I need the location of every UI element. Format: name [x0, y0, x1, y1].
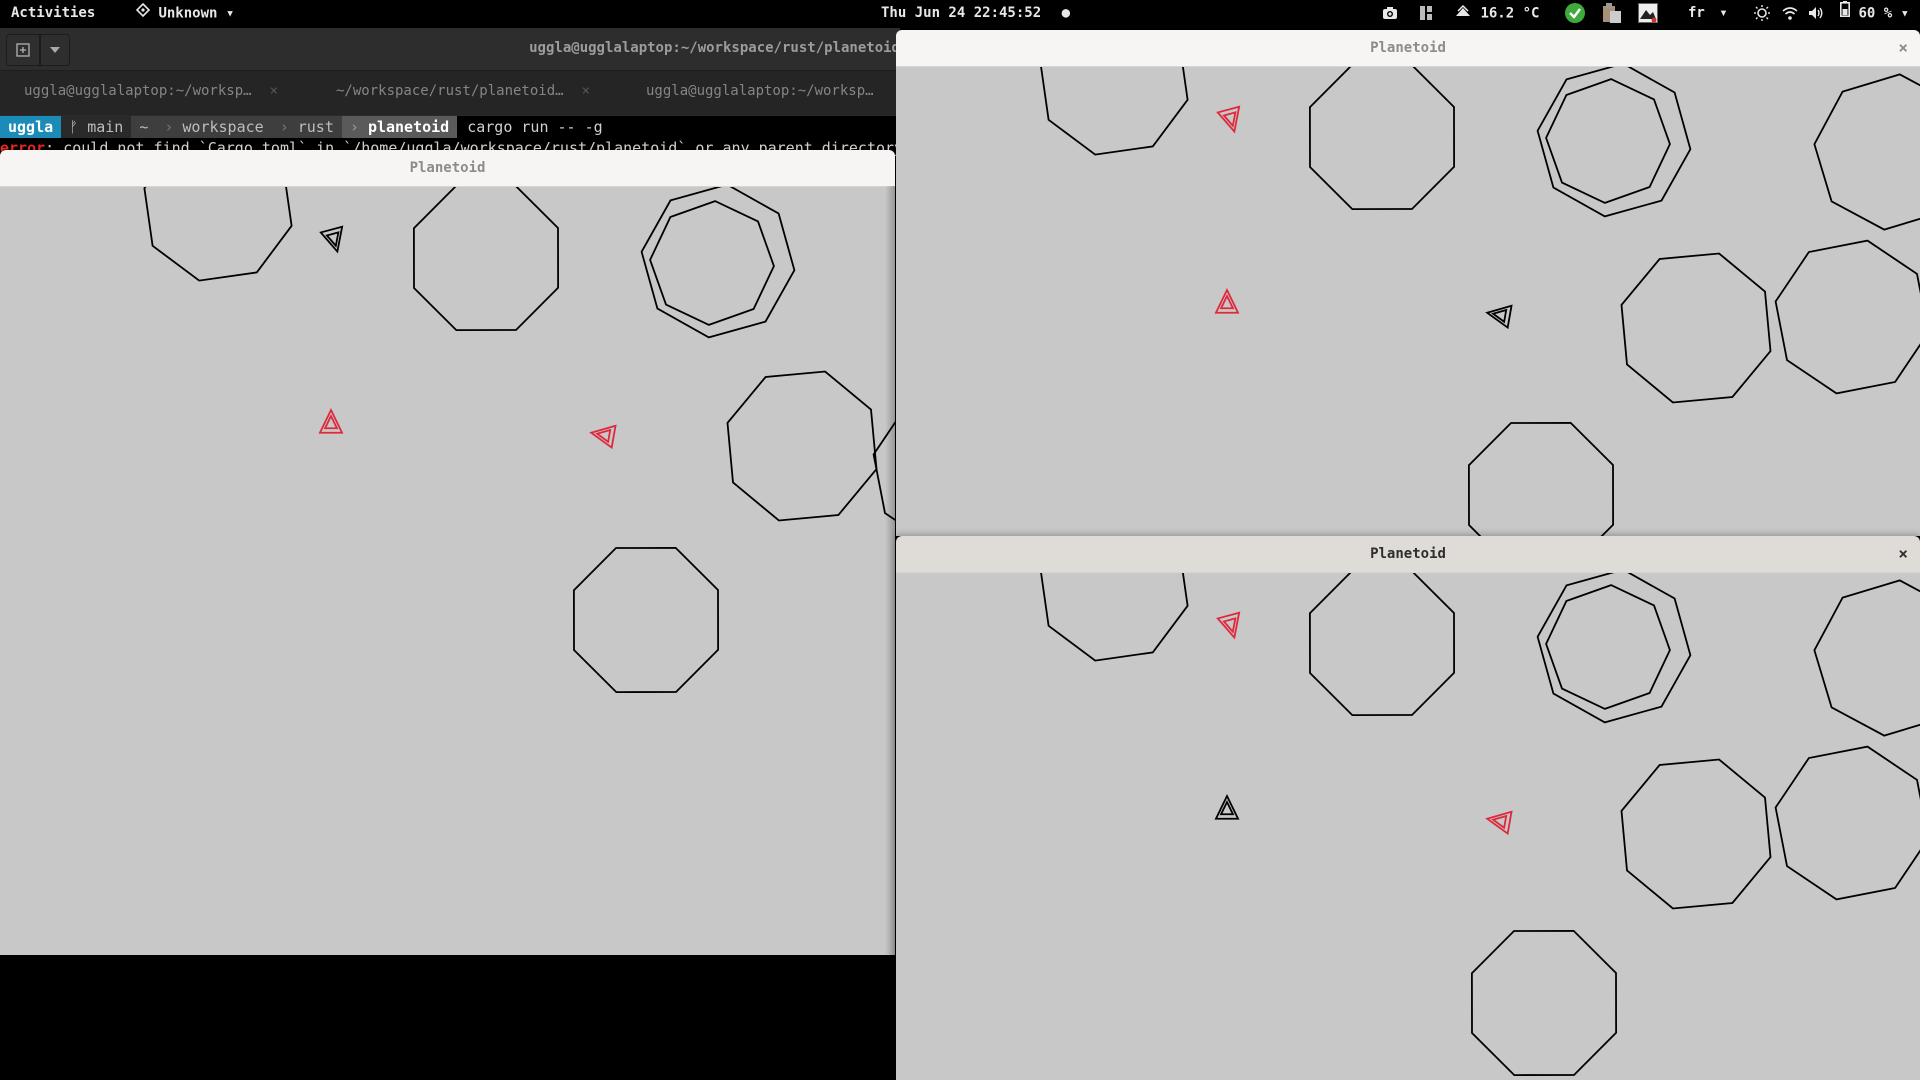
terminal-tab[interactable]: uggla@ugglalaptop:~/worksp… × — [24, 83, 278, 99]
asteroid — [143, 187, 293, 282]
window-title: Planetoid — [409, 160, 486, 176]
power-menu[interactable]: 60 % ▾ — [1840, 0, 1909, 28]
game-canvas[interactable] — [896, 573, 1920, 1080]
asteroid — [412, 187, 560, 332]
top-bar: Activities Unknown ▾ Thu Jun 24 22:45:52… — [0, 0, 1920, 28]
window-shadow — [885, 186, 895, 955]
check-icon[interactable] — [1565, 0, 1585, 28]
clipboard-icon[interactable] — [1602, 0, 1622, 28]
app-menu[interactable]: Unknown ▾ — [135, 0, 235, 28]
terminal-window: uggla@ugglalaptop:~/workspace/rust/plane… — [0, 28, 900, 158]
asteroid — [1470, 929, 1618, 1077]
battery-text: 60 % — [1858, 5, 1893, 22]
game-canvas[interactable] — [896, 67, 1920, 536]
asteroid-split — [1536, 573, 1692, 724]
terminal-tab[interactable]: uggla@ugglalaptop:~/worksp… — [646, 83, 874, 99]
game-canvas[interactable] — [0, 187, 895, 955]
window-title: Planetoid — [1370, 546, 1446, 562]
asteroid — [1813, 579, 1920, 737]
terminal-header: uggla@ugglalaptop:~/workspace/rust/plane… — [0, 28, 900, 71]
chevron-down-icon: ▾ — [1900, 5, 1910, 22]
prompt-git-branch: ᚠ main — [61, 116, 132, 138]
volume-icon[interactable] — [1808, 0, 1824, 28]
asteroid-split — [1545, 584, 1671, 710]
planetoid-window-bottom-right: Planetoid × — [896, 536, 1920, 1080]
asteroid — [1040, 573, 1189, 662]
keyboard-layout-label: fr — [1688, 5, 1705, 21]
terminal-title: uggla@ugglalaptop:~/workspace/rust/plane… — [529, 40, 900, 56]
planetoid-window-top-right: Planetoid × — [896, 30, 1920, 536]
prompt-path-2: › rust — [271, 116, 342, 138]
weather-indicator[interactable]: 16.2 °C — [1454, 0, 1539, 28]
weather-icon — [1454, 0, 1472, 27]
asteroid — [1813, 73, 1920, 231]
planetoid-window-left: Planetoid — [0, 150, 895, 955]
new-tab-icon — [16, 43, 30, 57]
image-icon[interactable] — [1638, 0, 1658, 28]
asteroid — [1620, 252, 1772, 404]
enemy-ship — [1216, 105, 1241, 134]
close-icon[interactable]: × — [1898, 536, 1908, 572]
clock[interactable]: Thu Jun 24 22:45:52 ● — [881, 0, 1070, 28]
asteroid-split — [1536, 67, 1692, 218]
prompt-cwd: › planetoid — [341, 116, 458, 138]
close-icon[interactable]: × — [1898, 30, 1908, 66]
enemy-ship — [589, 424, 617, 450]
player-ship — [1214, 793, 1240, 820]
brightness-icon[interactable] — [1754, 0, 1770, 28]
enemy-ship — [1214, 287, 1240, 314]
window-titlebar[interactable]: Planetoid × — [896, 536, 1920, 573]
clock-text: Thu Jun 24 22:45:52 — [881, 5, 1042, 21]
asteroid — [1040, 67, 1189, 156]
terminal-tab-label: uggla@ugglalaptop:~/worksp… — [646, 83, 874, 99]
asteroid — [1467, 421, 1615, 536]
battery-icon — [1840, 0, 1850, 27]
terminal-tab-label: ~/workspace/rust/planetoid… — [336, 83, 564, 99]
git-branch-icon: ᚠ — [69, 118, 88, 136]
chevron-down-icon: ▾ — [1719, 5, 1728, 21]
player-ship — [319, 225, 344, 254]
asteroid — [1620, 758, 1772, 910]
close-icon[interactable]: × — [270, 83, 278, 99]
terminal-tab[interactable]: ~/workspace/rust/planetoid… × — [336, 83, 590, 99]
chevron-down-icon: ▾ — [225, 5, 235, 22]
prompt-path-0: ~ — [131, 116, 157, 138]
terminal-tab-label: uggla@ugglalaptop:~/worksp… — [24, 83, 252, 99]
workspace-icon[interactable] — [1420, 0, 1432, 28]
asteroid-split — [649, 200, 775, 326]
wifi-icon[interactable] — [1782, 0, 1798, 28]
asteroid — [1308, 67, 1456, 211]
new-tab-button[interactable] — [6, 34, 40, 66]
window-title: Planetoid — [1370, 40, 1446, 56]
prompt-user: uggla — [0, 116, 62, 138]
keyboard-layout-menu[interactable]: fr ▾ — [1688, 0, 1728, 28]
shell-prompt: uggla ᚠ main ~ › workspace › rust › planetoid… — [0, 116, 611, 138]
asteroid-split — [640, 187, 796, 339]
close-icon[interactable]: × — [582, 83, 590, 99]
asteroid — [1308, 573, 1456, 717]
enemy-ship — [318, 407, 344, 434]
window-titlebar[interactable]: Planetoid × — [896, 30, 1920, 67]
terminal-tab-bar: uggla@ugglalaptop:~/worksp… × ~/workspace… — [0, 71, 900, 115]
asteroid — [572, 546, 720, 694]
prompt-command: cargo run -- -g — [467, 118, 603, 136]
chevron-down-icon — [50, 47, 60, 53]
app-menu-label: Unknown — [158, 5, 218, 22]
activities-button[interactable]: Activities — [11, 0, 95, 28]
app-icon — [135, 0, 151, 27]
enemy-ship — [1216, 611, 1241, 640]
prompt-path-1: › workspace — [156, 116, 272, 138]
screenshot-icon[interactable] — [1382, 0, 1398, 28]
notification-dot-icon: ● — [1061, 5, 1071, 21]
asteroid — [1774, 745, 1920, 901]
asteroid — [726, 370, 878, 522]
enemy-ship — [1485, 810, 1513, 836]
new-tab-dropdown[interactable] — [40, 34, 70, 66]
git-branch-label: main — [87, 118, 124, 136]
window-titlebar[interactable]: Planetoid — [0, 150, 895, 187]
asteroid-split — [1545, 78, 1671, 204]
player-ship — [1485, 304, 1513, 330]
weather-text: 16.2 °C — [1480, 5, 1540, 22]
asteroid — [1774, 239, 1920, 395]
